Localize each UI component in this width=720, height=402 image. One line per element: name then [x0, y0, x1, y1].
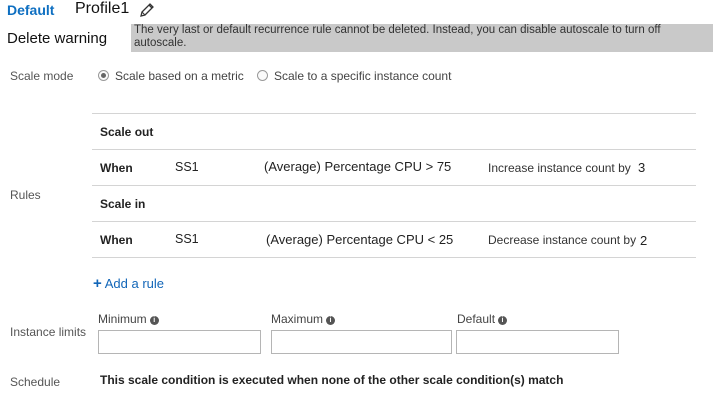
plus-icon: +	[93, 275, 102, 292]
maximum-field[interactable]	[271, 330, 452, 354]
scale-in-action: Decrease instance count by	[488, 233, 637, 247]
radio-scale-count-label[interactable]: Scale to a specific instance count	[274, 69, 451, 83]
delete-warning-label: Delete warning	[7, 30, 108, 47]
edit-pencil-icon[interactable]	[138, 1, 156, 19]
info-icon[interactable]: i	[149, 316, 159, 325]
maximum-label-group: Maximum i	[271, 312, 336, 326]
schedule-description: This scale condition is executed when no…	[100, 373, 564, 387]
scale-in-when: When	[100, 233, 133, 247]
minimum-field[interactable]	[98, 330, 261, 354]
default-field[interactable]	[456, 330, 619, 354]
instance-limits-label: Instance limits	[10, 325, 87, 339]
radio-scale-metric-label[interactable]: Scale based on a metric	[115, 69, 244, 83]
default-label-group: Default i	[457, 312, 508, 326]
default-label: Default	[457, 312, 496, 326]
scale-out-action: Increase instance count by	[488, 161, 631, 175]
maximum-label: Maximum	[271, 312, 324, 326]
scale-out-count: 3	[638, 160, 646, 175]
rules-label: Rules	[10, 188, 41, 202]
scale-out-condition[interactable]: (Average) Percentage CPU > 75	[264, 159, 451, 174]
rules-divider	[92, 221, 696, 222]
rules-divider	[92, 185, 696, 186]
rules-divider	[92, 113, 696, 114]
rules-divider	[92, 257, 696, 258]
add-rule-link[interactable]: + Add a rule	[93, 275, 164, 292]
scale-in-condition[interactable]: (Average) Percentage CPU < 25	[266, 232, 453, 247]
scale-out-resource: SS1	[175, 160, 199, 174]
info-icon[interactable]: i	[498, 316, 508, 325]
scale-in-heading: Scale in	[100, 197, 146, 211]
tab-default[interactable]: Default	[7, 2, 54, 18]
scale-in-count: 2	[640, 233, 648, 248]
radio-scale-metric[interactable]	[98, 70, 109, 81]
radio-scale-count[interactable]	[257, 70, 268, 81]
rules-divider	[92, 149, 696, 150]
scale-in-resource: SS1	[175, 232, 199, 246]
scale-out-when: When	[100, 161, 133, 175]
minimum-label-group: Minimum i	[98, 312, 159, 326]
profile-name: Profile1	[75, 0, 130, 17]
info-icon[interactable]: i	[326, 316, 336, 325]
scale-mode-label: Scale mode	[10, 69, 74, 83]
delete-warning-message: The very last or default recurrence rule…	[131, 24, 713, 52]
minimum-label: Minimum	[98, 312, 147, 326]
scale-out-heading: Scale out	[100, 125, 154, 139]
schedule-label: Schedule	[10, 375, 61, 389]
add-rule-label[interactable]: Add a rule	[105, 276, 164, 291]
